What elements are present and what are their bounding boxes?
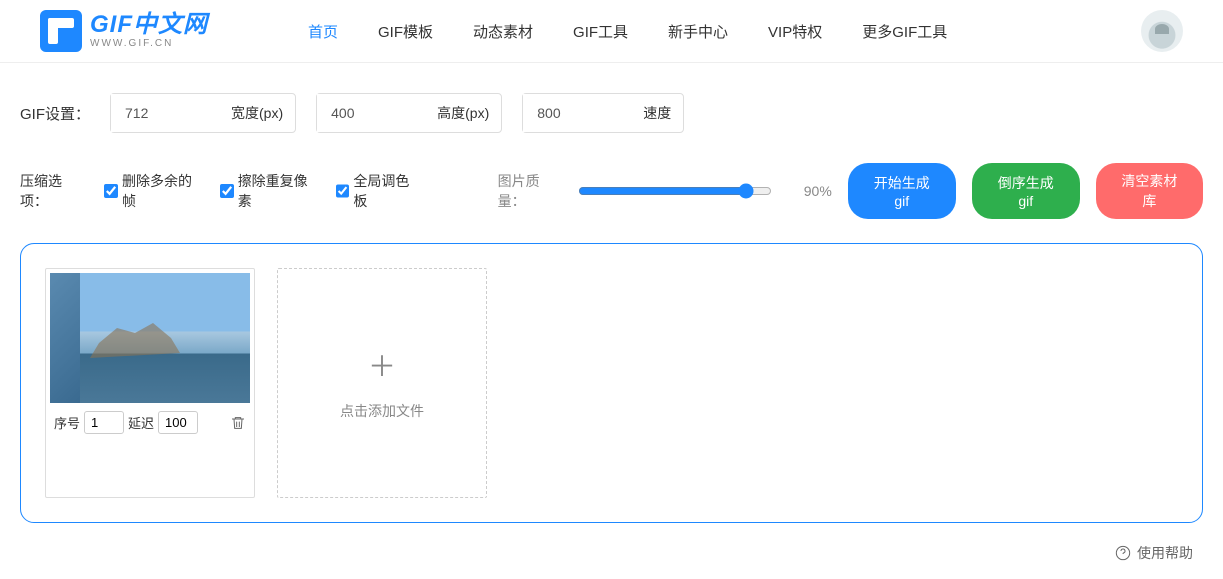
- nav-templates[interactable]: GIF模板: [378, 21, 433, 42]
- height-input[interactable]: [317, 94, 417, 132]
- help-label: 使用帮助: [1137, 543, 1193, 563]
- speed-field: 速度: [522, 93, 684, 133]
- delete-frame-button[interactable]: [230, 415, 246, 431]
- frame-thumbnail: [50, 273, 250, 403]
- generate-button[interactable]: 开始生成gif: [848, 163, 956, 219]
- plus-icon: ＋: [368, 345, 396, 385]
- opt-erase-pixels-checkbox[interactable]: [220, 184, 234, 198]
- logo-text: GIF中文网 WWW.GIF.CN: [90, 13, 208, 49]
- nav-vip[interactable]: VIP特权: [768, 21, 822, 42]
- user-avatar[interactable]: [1141, 10, 1183, 52]
- nav-more[interactable]: 更多GIF工具: [862, 21, 947, 42]
- trash-icon: [230, 415, 246, 431]
- opt-global-palette-checkbox[interactable]: [336, 184, 350, 198]
- opt-delete-frames[interactable]: 删除多余的帧: [104, 171, 204, 211]
- opt-global-palette[interactable]: 全局调色板: [336, 171, 422, 211]
- speed-label: 速度: [623, 103, 671, 123]
- top-header: GIF中文网 WWW.GIF.CN 首页 GIF模板 动态素材 GIF工具 新手…: [0, 0, 1223, 63]
- help-link[interactable]: 使用帮助: [1115, 543, 1193, 563]
- width-unit-label: 宽度(px): [211, 103, 283, 123]
- clear-button[interactable]: 清空素材库: [1096, 163, 1203, 219]
- logo-mark-icon: [40, 10, 82, 52]
- quality-block: 图片质量： 90%: [498, 171, 832, 211]
- logo-sub-text: WWW.GIF.CN: [90, 39, 208, 49]
- help-icon: [1115, 545, 1131, 561]
- delay-input[interactable]: [158, 411, 198, 434]
- settings-label: GIF设置：: [20, 103, 90, 124]
- main-nav: 首页 GIF模板 动态素材 GIF工具 新手中心 VIP特权 更多GIF工具: [308, 21, 1141, 42]
- seq-label: 序号: [54, 413, 80, 432]
- action-buttons: 开始生成gif 倒序生成gif 清空素材库: [848, 163, 1203, 219]
- height-field: 高度(px): [316, 93, 502, 133]
- delay-label: 延迟: [128, 413, 154, 432]
- width-input[interactable]: [111, 94, 211, 132]
- quality-label: 图片质量：: [498, 171, 566, 211]
- compress-label: 压缩选项：: [20, 171, 88, 211]
- opt-erase-pixels-label: 擦除重复像素: [238, 171, 320, 211]
- opt-delete-frames-label: 删除多余的帧: [122, 171, 204, 211]
- logo-main-text: GIF中文网: [90, 13, 208, 37]
- seq-input[interactable]: [84, 411, 124, 434]
- nav-tools[interactable]: GIF工具: [573, 21, 628, 42]
- frame-meta: 序号 延迟: [50, 403, 250, 438]
- opt-global-palette-label: 全局调色板: [353, 171, 421, 211]
- site-logo[interactable]: GIF中文网 WWW.GIF.CN: [40, 10, 208, 52]
- speed-input[interactable]: [523, 94, 623, 132]
- nav-home[interactable]: 首页: [308, 21, 338, 42]
- width-field: 宽度(px): [110, 93, 296, 133]
- frames-canvas: 序号 延迟 ＋ 点击添加文件: [20, 243, 1203, 523]
- add-file-label: 点击添加文件: [340, 401, 424, 421]
- frame-card[interactable]: 序号 延迟: [45, 268, 255, 498]
- add-file-card[interactable]: ＋ 点击添加文件: [277, 268, 487, 498]
- compress-options-row: 压缩选项： 删除多余的帧 擦除重复像素 全局调色板 图片质量： 90% 开始生成…: [0, 153, 1223, 243]
- opt-delete-frames-checkbox[interactable]: [104, 184, 118, 198]
- quality-slider[interactable]: [578, 183, 772, 199]
- opt-erase-pixels[interactable]: 擦除重复像素: [220, 171, 320, 211]
- quality-percent: 90%: [804, 183, 832, 199]
- nav-newbie[interactable]: 新手中心: [668, 21, 728, 42]
- nav-materials[interactable]: 动态素材: [473, 21, 533, 42]
- gif-settings-row: GIF设置： 宽度(px) 高度(px) 速度: [0, 63, 1223, 153]
- height-unit-label: 高度(px): [417, 103, 489, 123]
- reverse-button[interactable]: 倒序生成gif: [972, 163, 1080, 219]
